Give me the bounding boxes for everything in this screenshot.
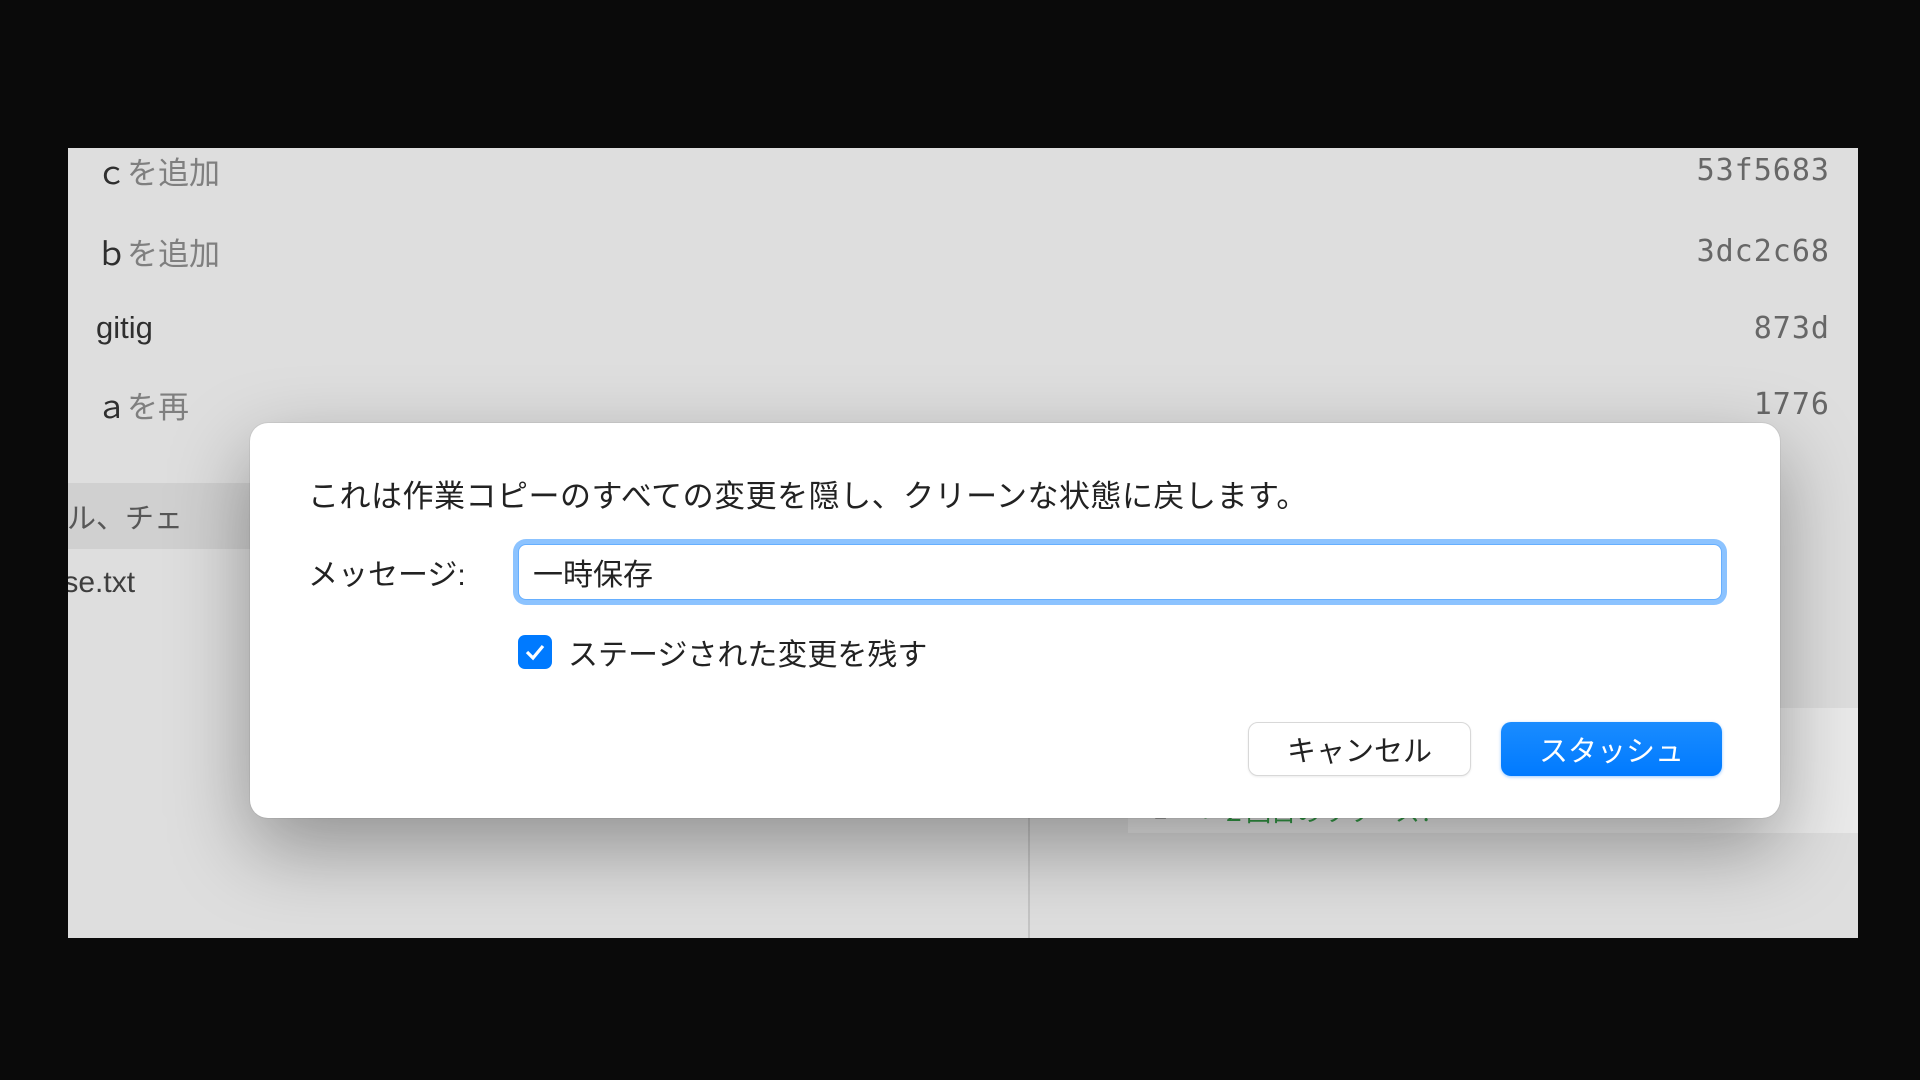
dialog-actions: キャンセル スタッシュ <box>308 722 1722 776</box>
message-row: メッセージ: <box>308 544 1722 600</box>
checkmark-icon <box>523 640 547 664</box>
keep-staged-checkbox[interactable] <box>518 635 552 669</box>
app-viewport: ｃを追加 53f5683 ｂを追加 3dc2c68 gitig 873d ａを再… <box>68 148 1858 938</box>
cancel-button[interactable]: キャンセル <box>1248 722 1471 776</box>
keep-staged-label: ステージされた変更を残す <box>568 630 927 674</box>
message-label: メッセージ: <box>308 550 518 594</box>
message-input[interactable] <box>518 544 1722 600</box>
dialog-description: これは作業コピーのすべての変更を隠し、クリーンな状態に戻します。 <box>308 471 1722 516</box>
keep-staged-row: ステージされた変更を残す <box>518 630 1722 674</box>
stash-dialog: これは作業コピーのすべての変更を隠し、クリーンな状態に戻します。 メッセージ: … <box>250 423 1780 818</box>
stash-button[interactable]: スタッシュ <box>1501 722 1722 776</box>
